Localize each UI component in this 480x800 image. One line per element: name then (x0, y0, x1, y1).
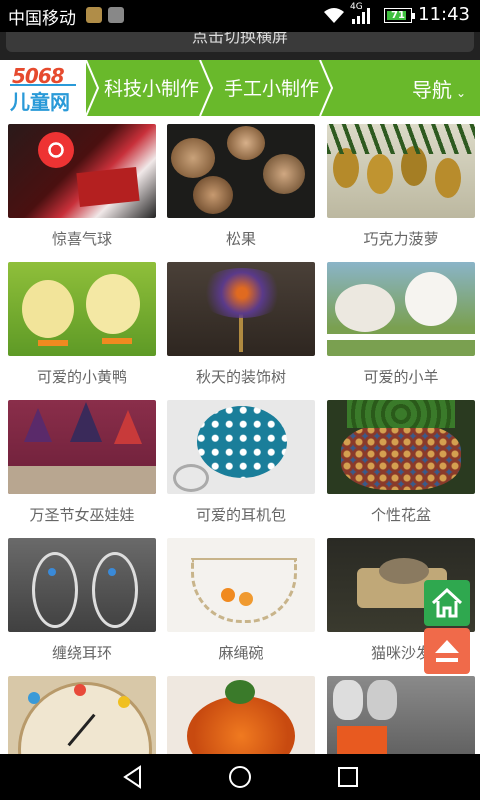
grid-item-caption: 万圣节女巫娃娃 (29, 506, 135, 524)
earphone-pouch-thumbnail[interactable] (167, 400, 315, 494)
autumn-tree-thumbnail[interactable] (167, 262, 315, 356)
grid-item-caption: 惊喜气球 (51, 230, 112, 248)
button-clock-thumbnail[interactable] (8, 676, 156, 754)
grid-item[interactable]: 万圣节女巫娃娃 (8, 400, 156, 530)
flowerpot-thumbnail[interactable] (327, 400, 475, 494)
nav-item-handcraft[interactable]: 手工小制作 (224, 74, 319, 101)
signal-icon (352, 8, 370, 24)
back-icon[interactable] (120, 764, 146, 790)
grid-item[interactable]: 个性花盆 (327, 400, 475, 530)
system-nav-bar (0, 754, 480, 800)
bottle-craft-thumbnail[interactable] (327, 676, 475, 754)
battery-level: 71 (391, 10, 405, 21)
grid-item[interactable]: 惊喜气球 (8, 124, 156, 254)
grid-item-caption: 秋天的装饰树 (195, 368, 286, 386)
grid-item[interactable] (327, 676, 475, 754)
witch-doll-thumbnail[interactable] (8, 400, 156, 494)
logo-text: 儿童网 (10, 90, 70, 114)
grid-item[interactable]: 松果 (167, 124, 315, 254)
nav-separator-icon (199, 60, 214, 116)
nav-separator-icon (85, 60, 100, 116)
nav-menu-label: 导航 (411, 78, 452, 102)
grid-item-caption: 可爱的小黄鸭 (36, 368, 127, 386)
lamb-thumbnail[interactable] (327, 262, 475, 356)
grid-item-caption: 松果 (225, 230, 256, 248)
pumpkin-pincushion-thumbnail[interactable] (167, 676, 315, 754)
earrings-thumbnail[interactable] (8, 538, 156, 632)
grid-item-caption: 巧克力菠萝 (363, 230, 439, 248)
recent-apps-icon[interactable] (335, 764, 361, 790)
back-to-top-button[interactable] (424, 628, 470, 674)
grid-item-caption: 麻绳碗 (218, 644, 264, 662)
switch-landscape-button[interactable]: 点击切换横屏 (6, 32, 474, 52)
wifi-icon (324, 8, 344, 23)
chevron-down-icon: ⌄ (455, 86, 466, 100)
site-logo[interactable]: 5068 儿童网 (0, 60, 86, 116)
nav-menu-button[interactable]: 导航 ⌄ (412, 74, 466, 103)
home-icon (431, 587, 463, 618)
yellow-duck-thumbnail[interactable] (8, 262, 156, 356)
clock: 11:43 (418, 4, 470, 25)
grid-item[interactable]: 巧克力菠萝 (327, 124, 475, 254)
grid-item-caption: 个性花盆 (370, 506, 431, 524)
nav-item-science[interactable]: 科技小制作 (104, 74, 199, 101)
grid-item[interactable]: 可爱的小黄鸭 (8, 262, 156, 392)
grid-item-caption: 缠绕耳环 (51, 644, 112, 662)
balloon-thumbnail[interactable] (8, 124, 156, 218)
image-notification-icon (108, 7, 124, 23)
craft-grid: 惊喜气球 松果 巧克力菠萝 可爱的小黄鸭 秋天的装饰树 可爱的小羊 万圣节女巫娃… (0, 116, 480, 754)
grid-item[interactable]: 麻绳碗 (167, 538, 315, 668)
top-nav: 5068 儿童网 科技小制作 手工小制作 导航 ⌄ (0, 60, 480, 116)
grid-item-caption: 可爱的耳机包 (195, 506, 286, 524)
grid-item[interactable] (8, 676, 156, 754)
grid-item-caption: 可爱的小羊 (363, 368, 439, 386)
pinecone-thumbnail[interactable] (167, 124, 315, 218)
grid-item[interactable] (167, 676, 315, 754)
app-notification-icon (86, 7, 102, 23)
home-button[interactable] (424, 580, 470, 626)
back-to-top-icon (435, 640, 459, 662)
twine-bowl-thumbnail[interactable] (167, 538, 315, 632)
grid-item[interactable]: 可爱的耳机包 (167, 400, 315, 530)
status-bar: 中国移动 4G 71 11:43 (0, 0, 480, 32)
grid-item[interactable]: 可爱的小羊 (327, 262, 475, 392)
chocolate-pineapple-thumbnail[interactable] (327, 124, 475, 218)
landscape-banner: 点击切换横屏 (0, 32, 480, 60)
home-circle-icon[interactable] (227, 764, 253, 790)
nav-separator-icon (319, 60, 334, 116)
carrier-name: 中国移动 (8, 9, 76, 29)
grid-item[interactable]: 缠绕耳环 (8, 538, 156, 668)
grid-item[interactable]: 秋天的装饰树 (167, 262, 315, 392)
battery-icon: 71 (384, 8, 415, 23)
